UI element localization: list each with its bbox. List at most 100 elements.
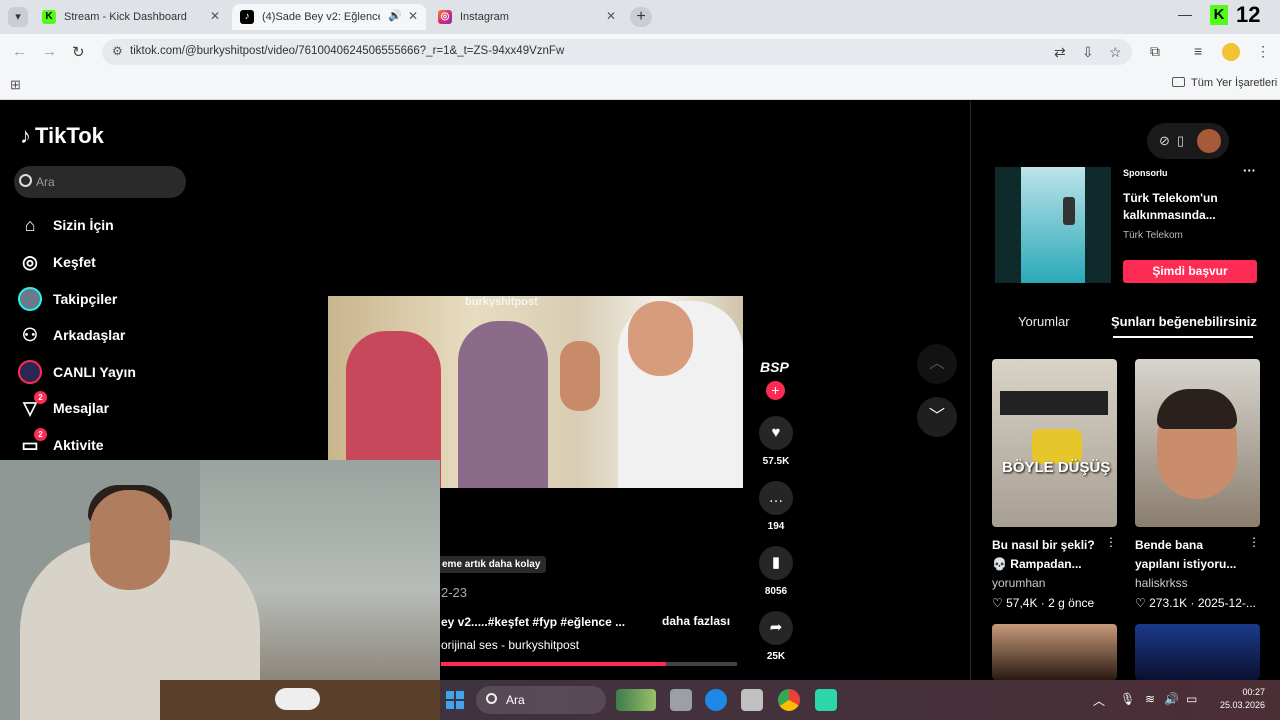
apps-grid-icon[interactable]: ⊞ [10,77,21,93]
system-clock[interactable]: 00:27 25.03.2026 [1215,686,1265,712]
sidebar-item-explore[interactable]: ◎ Keşfet [18,247,96,277]
recommended-video-card[interactable]: BÖYLE DÜŞÜŞ Bu nasıl bir şekli? 💀 Rampad… [992,359,1117,610]
profile-avatar[interactable] [1222,43,1240,61]
clock-date: 25.03.2026 [1219,700,1265,710]
tab-title: (4)Sade Bey v2: Eğlenceli Bi [262,11,380,23]
tiktok-logo[interactable]: ♪ TikTok [20,123,104,149]
share-button[interactable]: ➦ 25K [758,611,794,662]
more-menu-icon[interactable]: ⋮ [1256,43,1270,60]
ad-apply-button[interactable]: Şimdi başvur [1123,260,1257,283]
chrome-icon[interactable] [778,689,800,711]
address-bar[interactable]: ⚙ tiktok.com/@burkyshitpost/video/761004… [102,39,1132,65]
microphone-icon[interactable]: 🎙 [1120,692,1135,706]
card-meta: ♡ 57,4K · 2 g önce [992,596,1095,610]
ad-thumbnail[interactable] [995,167,1111,283]
recommended-video-thumbnail[interactable] [1135,624,1260,680]
sidebar-item-label: Aktivite [53,437,104,453]
chevron-down-icon: ﹀ [928,408,945,425]
sidebar-item-for-you[interactable]: ⌂ Sizin İçin [18,210,114,240]
save-button[interactable]: ▮ 8056 [758,546,794,597]
instagram-favicon-icon: ◎ [438,10,452,24]
sidebar-item-activity[interactable]: ▭ 2 Aktivite [18,428,104,460]
chevron-up-icon: ︿ [928,355,945,372]
ad-brand: Türk Telekom [1123,230,1183,241]
video-caption-chip: eme artık daha kolay [436,556,547,573]
widgets-icon[interactable] [616,689,656,711]
windows-start-icon[interactable] [446,691,464,709]
tab-kick-dashboard[interactable]: K Stream - Kick Dashboard ✕ [34,4,228,30]
tab-instagram[interactable]: ◎ Instagram ✕ [430,4,624,30]
recommended-video-thumbnail[interactable] [992,624,1117,680]
like-button[interactable]: ♥ 57.5K [758,416,794,467]
card-more-icon[interactable]: ⋮ [1248,535,1260,549]
search-icon [19,174,32,187]
ad-more-icon[interactable]: ··· [1243,163,1256,178]
wifi-icon[interactable]: ≋ [1145,692,1155,706]
compass-icon[interactable]: ⊘ [1159,133,1170,149]
activity-icon: ▭ 2 [18,428,47,457]
card-username: haliskrkss [1135,576,1188,590]
heart-outline-icon: ♡ [992,596,1003,610]
follow-plus-button[interactable]: + [766,381,785,400]
reload-icon[interactable]: ↻ [72,43,85,61]
edge-icon[interactable] [705,689,727,711]
taskbar-search[interactable]: Ara [476,686,606,714]
all-bookmarks-folder[interactable]: Tüm Yer İşaretleri [1172,77,1277,89]
messages-icon: ▽ 2 [18,391,47,420]
recommended-video-card[interactable]: Bende bana yapılanı istiyoru... haliskrk… [1135,359,1260,610]
video-thumbnail [1135,359,1260,527]
tab-tiktok-video[interactable]: ♪ (4)Sade Bey v2: Eğlenceli Bi 🔊 ✕ [232,4,426,30]
tab-close-icon[interactable]: ✕ [210,9,220,23]
card-title: Bende bana yapılanı istiyoru... [1135,538,1237,571]
bookmark-star-icon[interactable]: ☆ [1109,44,1122,61]
translate-icon[interactable]: ⇄ [1054,44,1066,61]
forward-arrow-icon[interactable]: → [42,43,57,60]
live-avatar-icon [18,360,42,384]
comment-button[interactable]: … 194 [758,481,794,532]
sidebar-item-following[interactable]: Takipçiler [18,284,117,314]
back-arrow-icon[interactable]: ← [12,43,27,60]
clock-time: 00:27 [1242,687,1265,697]
search-input[interactable]: Ara [14,166,186,198]
tab-comments[interactable]: Yorumlar [1018,314,1070,329]
app-icon[interactable] [815,689,837,711]
tab-you-may-like[interactable]: Şunları beğenebilirsiniz [1111,314,1257,329]
battery-icon[interactable]: ▭ [1186,692,1197,706]
creator-avatar[interactable]: BSP [760,359,789,375]
media-controls-icon[interactable]: ≡ [1194,43,1202,59]
sidebar-item-live[interactable]: CANLI Yayın [18,357,136,387]
device-icon[interactable]: ▯ [1177,133,1184,149]
tab-close-icon[interactable]: ✕ [408,9,418,23]
show-hidden-icons[interactable]: ︿ [1093,692,1105,709]
ad-title[interactable]: Türk Telekom'un kalkınmasında... [1123,190,1243,224]
ad-image [1021,167,1085,283]
card-likes: 273.1K [1149,596,1188,610]
next-video-button[interactable]: ﹀ [917,397,957,437]
site-settings-icon[interactable]: ⚙ [112,44,123,58]
tab-title: Stream - Kick Dashboard [64,11,187,23]
compass-icon: ◎ [22,251,38,272]
video-sound[interactable]: orijinal ses - burkyshitpost [441,638,579,652]
sidebar-item-messages[interactable]: ▽ 2 Mesajlar [18,391,109,423]
bookmarks-bar: ⊞ Tüm Yer İşaretleri [0,70,1280,100]
user-avatar[interactable] [1197,129,1221,153]
speaker-icon[interactable]: 🔊 [388,9,402,22]
like-count: 57.5K [762,456,790,467]
previous-video-button[interactable]: ︿ [917,344,957,384]
file-explorer-icon[interactable] [670,689,692,711]
new-tab-button[interactable]: + [630,7,652,27]
sidebar-item-friends[interactable]: ⚇ Arkadaşlar [18,320,125,350]
tab-search-menu-button[interactable]: ▾ [8,7,28,27]
following-avatar-icon [18,287,42,311]
volume-icon[interactable]: 🔊 [1164,692,1179,706]
extensions-icon[interactable]: ⧉ [1150,43,1160,60]
card-likes: 57,4K [1006,596,1038,610]
more-link[interactable]: daha fazlası [662,614,730,628]
comment-icon: … [759,481,793,515]
install-app-icon[interactable]: ⇩ [1082,44,1094,61]
card-more-icon[interactable]: ⋮ [1105,535,1117,549]
tab-close-icon[interactable]: ✕ [606,9,616,23]
video-progress-bar[interactable] [441,662,737,666]
store-icon[interactable] [741,689,763,711]
minimize-icon[interactable]: — [1178,6,1192,22]
